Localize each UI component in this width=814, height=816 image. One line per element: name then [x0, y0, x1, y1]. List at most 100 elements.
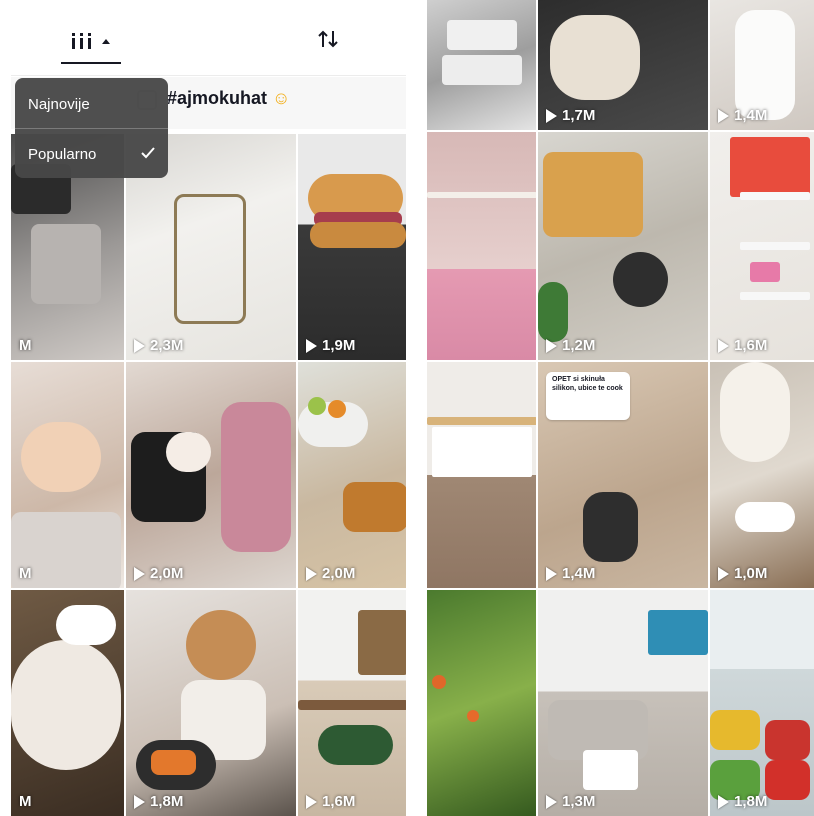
video-thumbnail[interactable]: 1,8M	[126, 590, 296, 816]
view-count-label: 1,6M	[322, 793, 356, 810]
play-icon	[546, 566, 557, 581]
right-screen: 1,7M 1,4M 1,2M 1,6M OPET si skinuła silikon,…	[427, 0, 814, 816]
kitchen-salad-decor	[358, 610, 406, 675]
video-thumbnail[interactable]: 2,0M	[298, 362, 406, 588]
video-thumbnail[interactable]: 1,2M	[538, 132, 708, 360]
view-count: 1,3M	[546, 793, 595, 810]
play-icon	[546, 794, 557, 809]
mother-child-decor	[21, 422, 101, 492]
fruit-bowl-sandwich-decor	[308, 397, 326, 415]
play-icon	[134, 338, 145, 353]
baked-dish-decor	[613, 252, 668, 307]
hashtag-title[interactable]: #ajmokuhat ☺	[167, 88, 290, 109]
swap-button[interactable]	[311, 22, 345, 56]
view-count-label: 1,0M	[734, 565, 768, 582]
kids-bookshelf-decor	[750, 262, 780, 282]
video-thumbnail[interactable]: M	[11, 362, 124, 588]
bathroom-sink-decor	[735, 502, 795, 532]
sort-option-label: Najnovije	[28, 95, 90, 113]
kitchen-interior-decor	[427, 417, 536, 425]
comment-text: OPET si skinuła silikon, ubice te cook	[552, 376, 623, 392]
video-thumbnail[interactable]: 1,7M	[538, 0, 708, 130]
view-count: 1,4M	[718, 107, 767, 124]
play-icon	[134, 566, 145, 581]
view-count: 1,7M	[546, 107, 595, 124]
fridge-vegetables-decor	[765, 760, 810, 800]
sort-menu: Najnovije Popularno	[15, 78, 168, 178]
video-thumbnail[interactable]	[427, 362, 536, 588]
view-count: 2,3M	[134, 337, 183, 354]
video-thumbnail[interactable]: 1,6M	[710, 132, 814, 360]
check-icon	[141, 147, 155, 159]
shelf-boxes-decor	[447, 20, 517, 50]
pasta-salad-decor	[11, 640, 121, 770]
white-dress-decor	[735, 10, 795, 120]
fridge-vegetables-decor	[710, 710, 760, 750]
view-count-label: 1,4M	[734, 107, 768, 124]
view-count: 1,0M	[718, 565, 767, 582]
video-thumbnail[interactable]: 1,9M	[298, 134, 406, 360]
grid-columns-icon	[72, 33, 91, 49]
fruit-bowl-sandwich-decor	[343, 482, 406, 532]
view-count: 2,0M	[134, 565, 183, 582]
bathroom-sink-decor	[720, 362, 790, 462]
burger-decor	[310, 222, 406, 248]
play-icon	[718, 108, 729, 123]
video-thumbnail[interactable]: M	[11, 590, 124, 816]
fridge-vegetables-decor	[765, 720, 810, 760]
view-count-label: 2,3M	[150, 337, 184, 354]
play-icon	[134, 794, 145, 809]
tomato-plant-decor	[467, 710, 479, 722]
video-thumbnail[interactable]: OPET si skinuła silikon, ubice te cook 1,…	[538, 362, 708, 588]
video-thumbnail[interactable]	[427, 590, 536, 816]
kitchen-salad-decor	[298, 700, 406, 710]
pasta-salad-decor	[56, 605, 116, 645]
living-room-sofa-decor	[648, 610, 708, 655]
view-count: 1,4M	[546, 565, 595, 582]
swap-arrows-icon	[318, 30, 338, 48]
creamy-pasta-decor	[550, 15, 640, 100]
view-count: 1,8M	[134, 793, 183, 810]
living-room-sofa-decor	[583, 750, 638, 790]
car-seat-decor	[31, 224, 101, 304]
family-baby-decor	[166, 432, 211, 472]
sort-button[interactable]	[61, 20, 121, 64]
top-bar	[11, 0, 406, 76]
pink-room-decor	[427, 192, 536, 198]
view-count-label: M	[19, 337, 32, 354]
play-icon	[546, 338, 557, 353]
baked-dish-decor	[543, 152, 643, 237]
view-count-label: 2,0M	[322, 565, 356, 582]
left-screen: M 2,3M 1,9M M 2,0M 2,0M M 1,8M 1,6M #ajmokuhat ☺…	[11, 0, 406, 816]
family-baby-decor	[221, 402, 291, 552]
smile-emoji-icon: ☺	[272, 88, 291, 108]
sort-option-popular[interactable]: Popularno	[15, 130, 168, 178]
video-thumbnail[interactable]: 2,0M	[126, 362, 296, 588]
view-count-label: 1,8M	[150, 793, 184, 810]
kids-bookshelf-decor	[740, 292, 810, 300]
view-count-label: 1,8M	[734, 793, 768, 810]
kids-bookshelf-decor	[730, 137, 810, 197]
video-thumbnail[interactable]	[427, 0, 536, 130]
view-count-label: 1,4M	[562, 565, 596, 582]
video-thumbnail[interactable]: 1,0M	[710, 362, 814, 588]
sort-option-newest[interactable]: Najnovije	[15, 80, 168, 128]
video-thumbnail[interactable]: 1,4M	[710, 0, 814, 130]
video-thumbnail[interactable]: 1,8M	[710, 590, 814, 816]
video-thumbnail[interactable]	[427, 132, 536, 360]
view-count-label: M	[19, 793, 32, 810]
view-count: 2,0M	[306, 565, 355, 582]
menu-divider	[15, 128, 168, 129]
play-icon	[546, 108, 557, 123]
video-thumbnail[interactable]: 1,6M	[298, 590, 406, 816]
play-icon	[718, 338, 729, 353]
play-icon	[718, 566, 729, 581]
video-thumbnail[interactable]: 1,3M	[538, 590, 708, 816]
view-count-label: 1,9M	[322, 337, 356, 354]
tomato-plant-decor	[432, 675, 446, 689]
kitchen-interior-decor	[432, 427, 532, 477]
sort-option-label: Popularno	[28, 145, 97, 163]
shelf-boxes-decor	[442, 55, 522, 85]
baked-dish-decor	[538, 282, 568, 342]
view-count: 1,6M	[718, 337, 767, 354]
